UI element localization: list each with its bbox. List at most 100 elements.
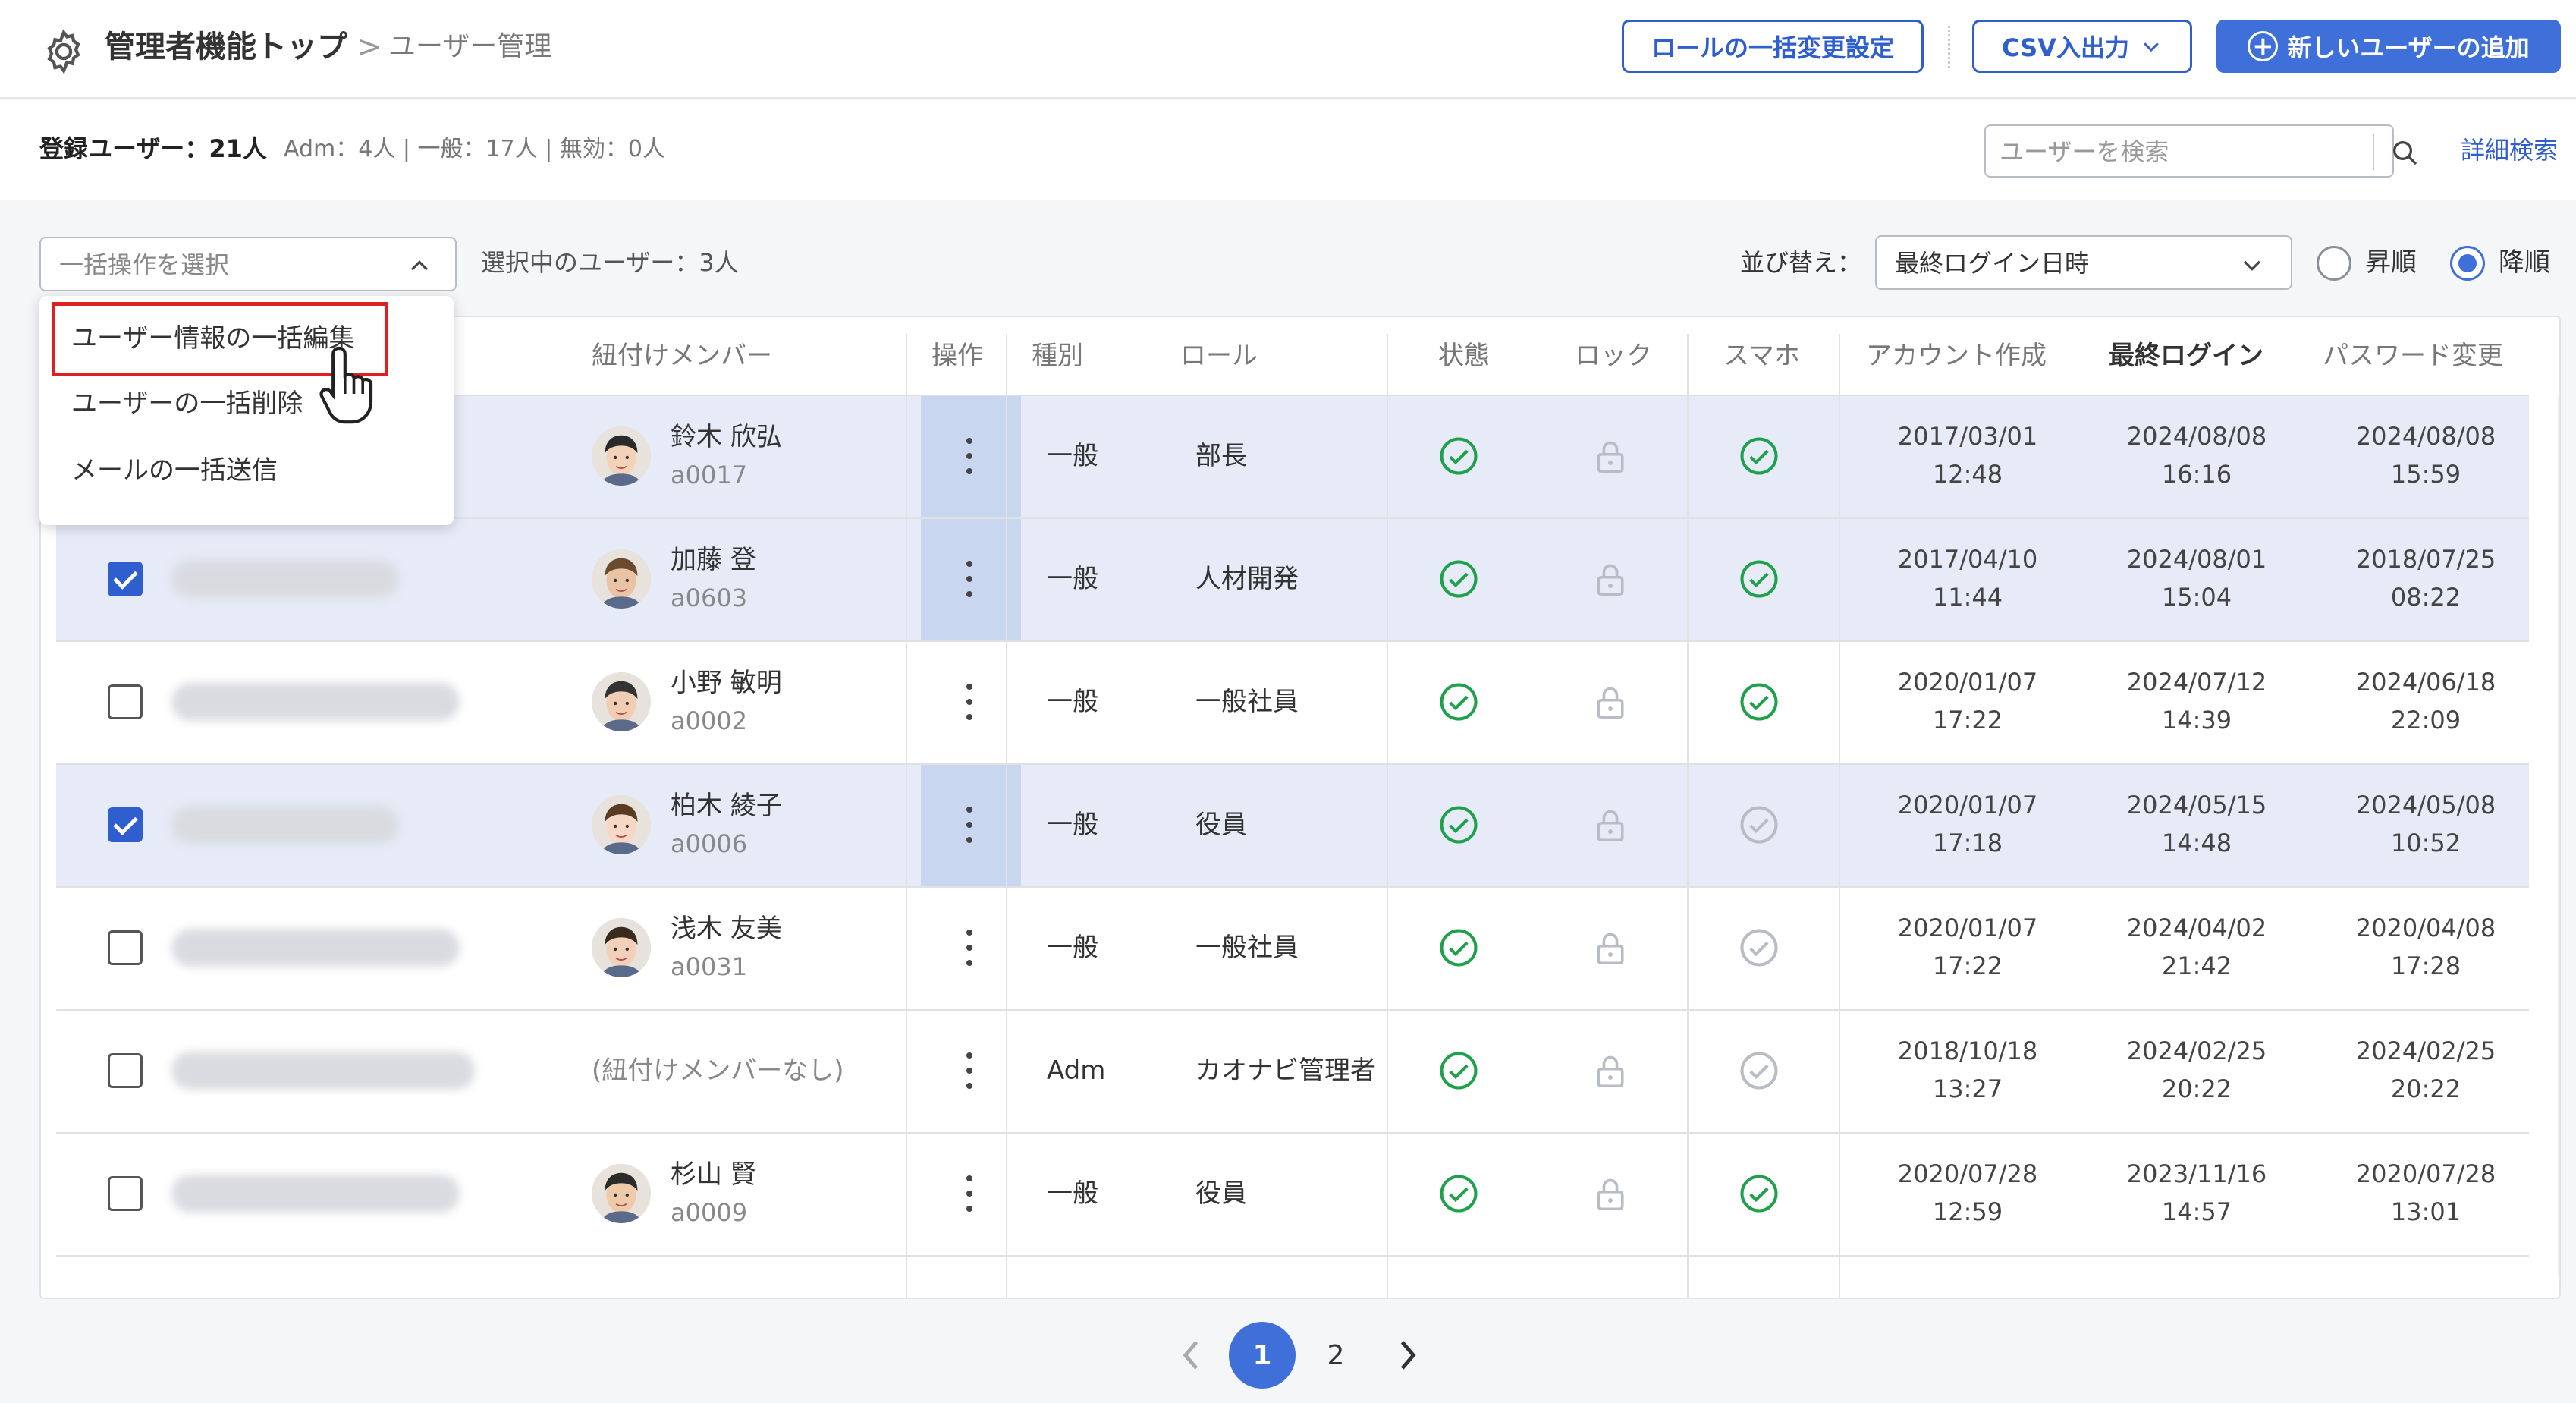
member-id: a0603 — [671, 584, 748, 612]
sort-ascending-label[interactable]: 昇順 — [2365, 243, 2417, 282]
pagination-page-1[interactable]: 1 — [1229, 1322, 1296, 1389]
account-created-date: 2020/01/07 17:22 — [1897, 668, 2038, 735]
password-changed-date: 2024/06/18 22:09 — [2355, 668, 2496, 735]
sort-descending-radio[interactable] — [2450, 246, 2485, 281]
gear-icon[interactable] — [39, 27, 88, 76]
search-divider — [2373, 134, 2374, 170]
chevron-up-icon — [410, 260, 429, 271]
lock-icon — [1597, 933, 1624, 965]
row-checkbox[interactable] — [108, 1176, 143, 1211]
more-vertical-icon[interactable] — [965, 684, 974, 720]
more-vertical-icon[interactable] — [965, 438, 974, 474]
col-divider — [1387, 334, 1388, 1298]
menu-item-bulk-delete[interactable]: ユーザーの一括削除 — [71, 384, 303, 423]
member-id: a0006 — [671, 829, 748, 858]
row-checkbox[interactable] — [108, 684, 143, 719]
member-name: 浅木 友美 — [671, 914, 782, 944]
table-row[interactable]: (紐付けメンバーなし) Adm カオナビ管理者 2018/10/18 13:27 202… — [56, 1009, 2529, 1132]
status-check-icon — [1440, 806, 1478, 844]
user-role: 一般社員 — [1195, 933, 1299, 963]
status-check-icon — [1440, 1052, 1478, 1090]
col-divider — [1006, 334, 1007, 1298]
row-divider — [56, 1255, 2529, 1257]
user-type: 一般 — [1047, 933, 1098, 963]
table-row[interactable]: 加藤 登 a0603 一般 人材開発 2017/04/10 11:44 2024/08/0… — [56, 517, 2529, 640]
more-vertical-icon[interactable] — [965, 561, 974, 597]
sort-descending-label[interactable]: 降順 — [2499, 243, 2550, 282]
table-row[interactable]: 小野 敏明 a0002 一般 一般社員 2020/01/07 17:22 2024/07/… — [56, 640, 2529, 763]
breadcrumb-admin-top[interactable]: 管理者機能トップ — [105, 27, 347, 67]
last-login-date: 2024/05/15 14:48 — [2126, 791, 2267, 857]
more-vertical-icon[interactable] — [965, 930, 974, 966]
row-checkbox[interactable] — [108, 807, 143, 842]
member-name: 柏木 綾子 — [671, 791, 782, 821]
table-row[interactable]: 柏木 綾子 a0006 一般 役員 2020/01/07 17:18 2024/05/15… — [56, 763, 2529, 886]
avatar — [592, 795, 651, 854]
more-vertical-icon[interactable] — [965, 1175, 974, 1212]
avatar — [592, 672, 651, 731]
smartphone-check-icon — [1740, 560, 1778, 598]
user-type: 一般 — [1047, 687, 1098, 717]
top-bar: 管理者機能トップ > ユーザー管理 ロールの一括変更設定 CSV入出力 + 新し… — [0, 0, 2576, 99]
menu-item-bulk-mail[interactable]: メールの一括送信 — [71, 451, 278, 490]
password-changed-date: 2024/08/08 15:59 — [2355, 422, 2496, 489]
role-bulk-change-button[interactable]: ロールの一括変更設定 — [1622, 20, 1924, 73]
avatar-photo — [592, 426, 651, 486]
search-button[interactable] — [2380, 131, 2429, 175]
last-login-date: 2024/07/12 14:39 — [2126, 668, 2267, 735]
last-login-date: 2024/08/01 15:04 — [2126, 545, 2267, 612]
sort-select[interactable]: 最終ログイン日時 — [1875, 235, 2292, 290]
user-search-box — [1984, 124, 2417, 178]
pagination-next[interactable] — [1385, 1322, 1431, 1389]
user-search-input[interactable] — [2000, 134, 2333, 170]
account-created-date: 2020/01/07 17:22 — [1897, 914, 2038, 980]
breadcrumb-current: ユーザー管理 — [388, 31, 552, 62]
row-checkbox[interactable] — [108, 1053, 143, 1088]
col-divider — [1687, 334, 1689, 1298]
csv-io-button[interactable]: CSV入出力 — [1972, 20, 2192, 73]
user-role: 役員 — [1195, 810, 1247, 840]
avatar — [592, 1164, 651, 1223]
sort-selected-value: 最終ログイン日時 — [1895, 249, 2090, 278]
lock-icon — [1597, 441, 1624, 473]
table-row[interactable]: 杉山 賢 a0009 一般 役員 2020/07/28 12:59 2023/11/16 … — [56, 1132, 2529, 1255]
user-type: 一般 — [1047, 810, 1098, 840]
bulk-operation-placeholder: 一括操作を選択 — [59, 250, 230, 279]
smartphone-check-icon — [1740, 437, 1778, 475]
account-created-date: 2018/10/18 13:27 — [1897, 1037, 2038, 1103]
avatar-photo — [592, 549, 651, 609]
row-checkbox[interactable] — [108, 562, 143, 596]
user-role: 部長 — [1195, 441, 1247, 471]
col-divider — [906, 334, 907, 1298]
member-id: a0002 — [671, 706, 748, 735]
member-id: a0017 — [671, 461, 748, 489]
user-role: 役員 — [1195, 1178, 1247, 1209]
smartphone-check-icon — [1740, 1052, 1778, 1090]
col-header-last-login[interactable]: 最終ログイン — [2109, 317, 2263, 395]
status-check-icon — [1440, 929, 1478, 967]
role-bulk-change-label: ロールの一括変更設定 — [1651, 33, 1894, 62]
row-divider — [56, 886, 2529, 888]
avatar-photo — [592, 795, 651, 854]
menu-item-bulk-edit[interactable]: ユーザー情報の一括編集 — [71, 319, 354, 358]
more-vertical-icon[interactable] — [965, 1052, 974, 1089]
user-type-breakdown: Adm：4人 | 一般：17人 | 無効：0人 — [284, 136, 665, 162]
avatar — [592, 918, 651, 977]
avatar — [592, 426, 651, 486]
row-checkbox[interactable] — [108, 930, 143, 965]
pagination-prev[interactable] — [1168, 1322, 1214, 1389]
table-scrollbar[interactable] — [2558, 395, 2559, 1275]
more-vertical-icon[interactable] — [965, 807, 974, 843]
table-row[interactable]: 浅木 友美 a0031 一般 一般社員 2020/01/07 17:22 2024/04/… — [56, 886, 2529, 1009]
search-icon — [2393, 141, 2417, 165]
add-user-button[interactable]: + 新しいユーザーの追加 — [2216, 20, 2561, 73]
avatar-photo — [592, 672, 651, 731]
pagination-page-2[interactable]: 2 — [1309, 1322, 1362, 1389]
sort-ascending-radio[interactable] — [2317, 246, 2351, 281]
email-redacted — [171, 1052, 475, 1090]
password-changed-date: 2020/04/08 17:28 — [2355, 914, 2496, 980]
row-divider — [56, 763, 2529, 765]
advanced-search-link[interactable]: 詳細検索 — [2461, 131, 2558, 170]
bulk-operation-select[interactable]: 一括操作を選択 — [39, 237, 457, 291]
avatar-photo — [592, 1164, 651, 1223]
